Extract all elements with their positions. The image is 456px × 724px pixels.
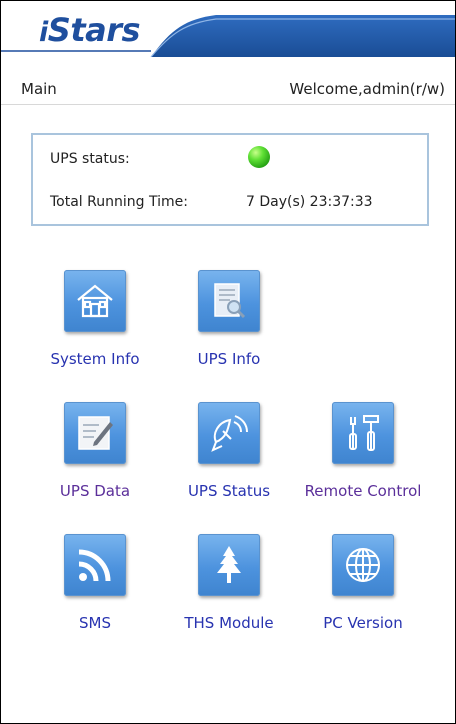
menu-label[interactable]: Remote Control xyxy=(301,482,425,500)
running-time-label: Total Running Time: xyxy=(50,194,188,210)
header-banner: iStars xyxy=(1,1,455,57)
welcome-user-text: Welcome,admin(r/w) xyxy=(289,80,445,98)
menu-pc-version[interactable]: PC Version xyxy=(301,534,421,644)
menu-label[interactable]: SMS xyxy=(33,614,157,632)
running-time-value: 7 Day(s) 23:37:33 xyxy=(246,194,373,210)
menu-label[interactable]: THS Module xyxy=(167,614,291,632)
ups-status-panel: UPS status: Total Running Time: 7 Day(s)… xyxy=(31,133,429,226)
menu-label[interactable]: UPS Data xyxy=(33,482,157,500)
menu-ups-status[interactable]: UPS Status xyxy=(167,402,287,512)
rss-icon xyxy=(64,534,126,596)
menu-sms[interactable]: SMS xyxy=(33,534,153,644)
house-icon xyxy=(64,270,126,332)
edit-document-icon xyxy=(64,402,126,464)
breadcrumb-main[interactable]: Main xyxy=(21,80,57,98)
ups-status-label: UPS status: xyxy=(50,151,130,167)
menu-label[interactable]: PC Version xyxy=(301,614,425,632)
menu-system-info[interactable]: System Info xyxy=(33,270,153,380)
menu-label[interactable]: System Info xyxy=(33,350,157,368)
menu-ups-info[interactable]: UPS Info xyxy=(167,270,287,380)
menu-ups-data[interactable]: UPS Data xyxy=(33,402,153,512)
nav-row: Main Welcome,admin(r/w) xyxy=(1,78,455,105)
menu-label[interactable]: UPS Info xyxy=(167,350,291,368)
menu-label[interactable]: UPS Status xyxy=(167,482,291,500)
tree-icon xyxy=(198,534,260,596)
globe-icon xyxy=(332,534,394,596)
status-led-icon xyxy=(248,146,270,168)
tools-icon xyxy=(332,402,394,464)
search-document-icon xyxy=(198,270,260,332)
menu-remote-control[interactable]: Remote Control xyxy=(301,402,421,512)
istars-logo: iStars xyxy=(39,11,141,49)
menu-ths-module[interactable]: THS Module xyxy=(167,534,287,644)
satellite-dish-icon xyxy=(198,402,260,464)
